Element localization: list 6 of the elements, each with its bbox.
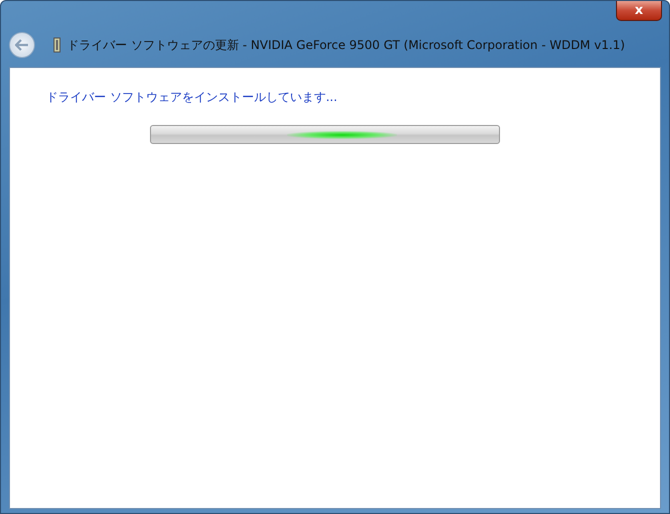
back-button[interactable] (9, 32, 35, 58)
close-button[interactable]: x (616, 1, 662, 21)
status-text: ドライバー ソフトウェアをインストールしています... (46, 89, 338, 106)
device-icon (53, 36, 61, 52)
window-title: ドライバー ソフトウェアの更新 - NVIDIA GeForce 9500 GT (Microsoft Corporation - WDDM v1.1) (67, 36, 625, 54)
back-arrow-icon (15, 38, 29, 50)
